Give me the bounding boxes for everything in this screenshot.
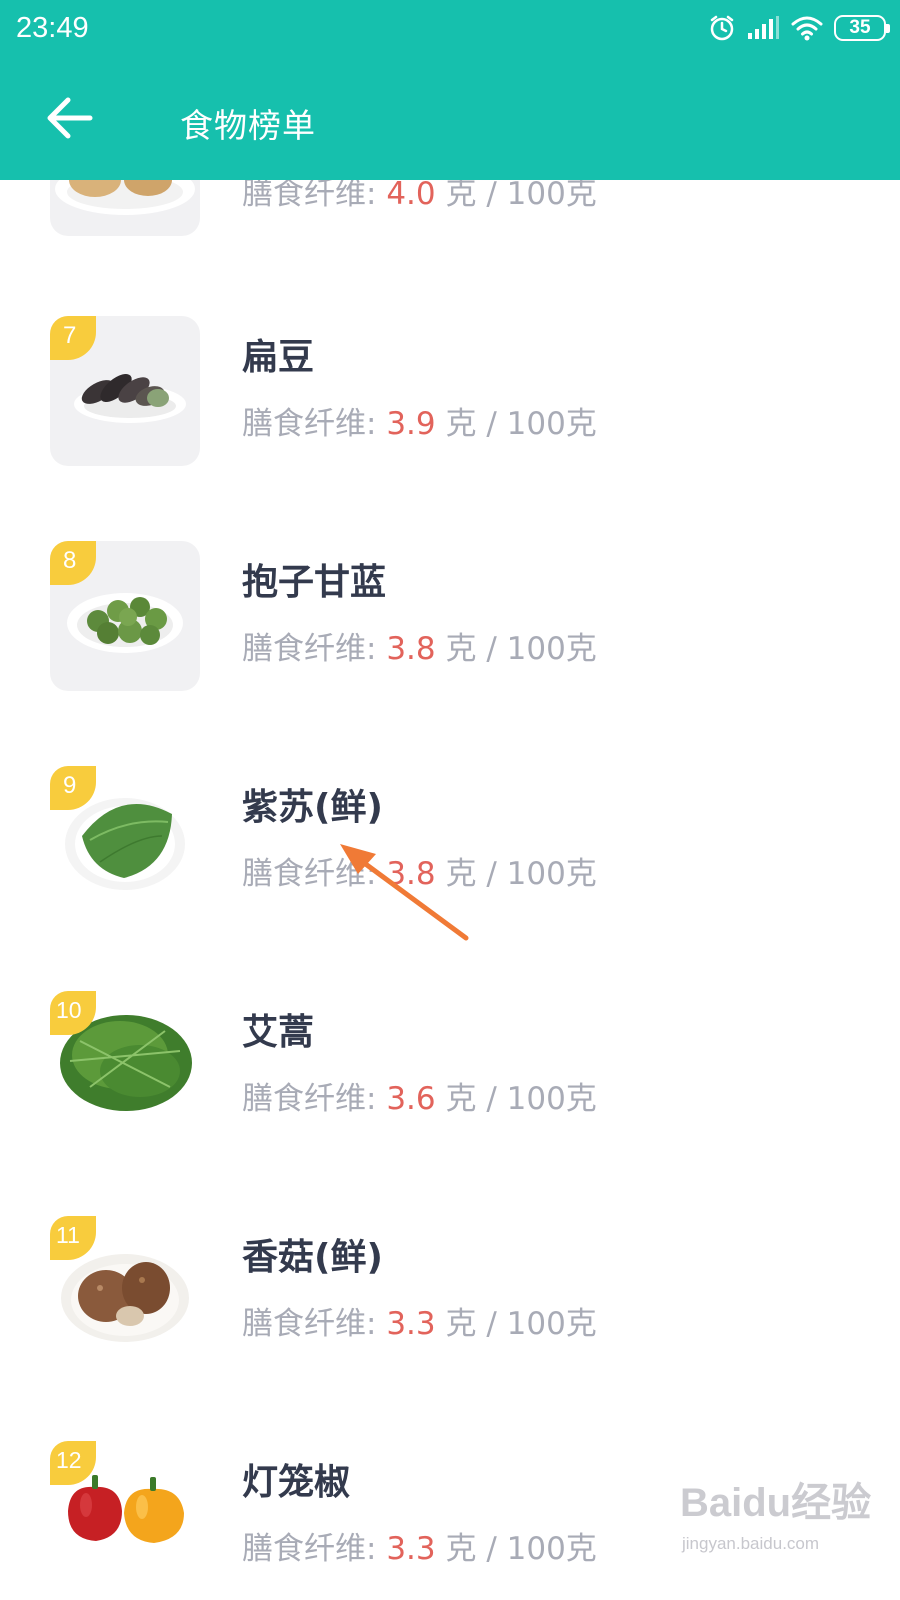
food-name: 抱子甘蓝 bbox=[242, 562, 387, 603]
watermark-logo: Baidu经验 bbox=[680, 1481, 872, 1525]
status-bar: 23:49 35 bbox=[0, 0, 900, 60]
fiber-stat: 膳食纤维: 3.3 克 / 100克 bbox=[242, 1306, 597, 1342]
food-thumbnail: 11 bbox=[50, 1216, 200, 1366]
list-item[interactable]: 10 艾蒿 膳食纤维: 3.6 克 / 100克 bbox=[0, 991, 900, 1221]
list-item[interactable]: 8 抱子甘蓝 膳食纤维: 3.8 克 / 100克 bbox=[0, 541, 900, 771]
food-name: 紫苏(鲜) bbox=[242, 787, 383, 828]
signal-icon bbox=[748, 16, 779, 39]
alarm-icon bbox=[710, 15, 734, 41]
fiber-stat: 膳食纤维: 3.9 克 / 100克 bbox=[242, 406, 597, 442]
status-icons: 35 bbox=[708, 14, 890, 42]
watermark: Baidu经验 jingyan.baidu.com bbox=[680, 1468, 872, 1588]
fiber-stat: 膳食纤维: 3.8 克 / 100克 bbox=[242, 631, 597, 667]
food-thumbnail: 12 bbox=[50, 1441, 200, 1591]
food-name: 艾蒿 bbox=[242, 1012, 315, 1053]
watermark-url: jingyan.baidu.com bbox=[682, 1534, 820, 1553]
food-thumbnail: 10 bbox=[50, 991, 200, 1141]
food-name: 灯笼椒 bbox=[242, 1462, 351, 1503]
list-item[interactable]: 11 香菇(鲜) 膳食纤维: 3.3 克 / 100克 bbox=[0, 1216, 900, 1446]
list-item[interactable]: 7 扁豆 膳食纤维: 3.9 克 / 100克 bbox=[0, 316, 900, 546]
back-button[interactable] bbox=[44, 96, 96, 140]
app-header: 23:49 35 食物榜单 bbox=[0, 0, 900, 180]
food-name: 香菇(鲜) bbox=[242, 1237, 383, 1278]
food-thumbnail: 8 bbox=[50, 541, 200, 691]
arrow-left-icon bbox=[47, 97, 93, 139]
food-ranking-list: 膳食纤维: 4.0 克 / 100克 7 扁豆 膳食纤维: 3.9 克 / 10… bbox=[0, 0, 900, 1600]
battery-icon: 35 bbox=[834, 15, 890, 41]
food-thumbnail: 7 bbox=[50, 316, 200, 466]
fiber-stat: 膳食纤维: 3.3 克 / 100克 bbox=[242, 1531, 597, 1567]
wifi-icon bbox=[791, 16, 823, 41]
fiber-stat: 膳食纤维: 3.6 克 / 100克 bbox=[242, 1081, 597, 1117]
status-time: 23:49 bbox=[16, 12, 89, 44]
annotation-arrow bbox=[340, 844, 469, 941]
page-title: 食物榜单 bbox=[180, 106, 316, 145]
food-name: 扁豆 bbox=[242, 337, 315, 378]
food-thumbnail: 9 bbox=[50, 766, 200, 916]
